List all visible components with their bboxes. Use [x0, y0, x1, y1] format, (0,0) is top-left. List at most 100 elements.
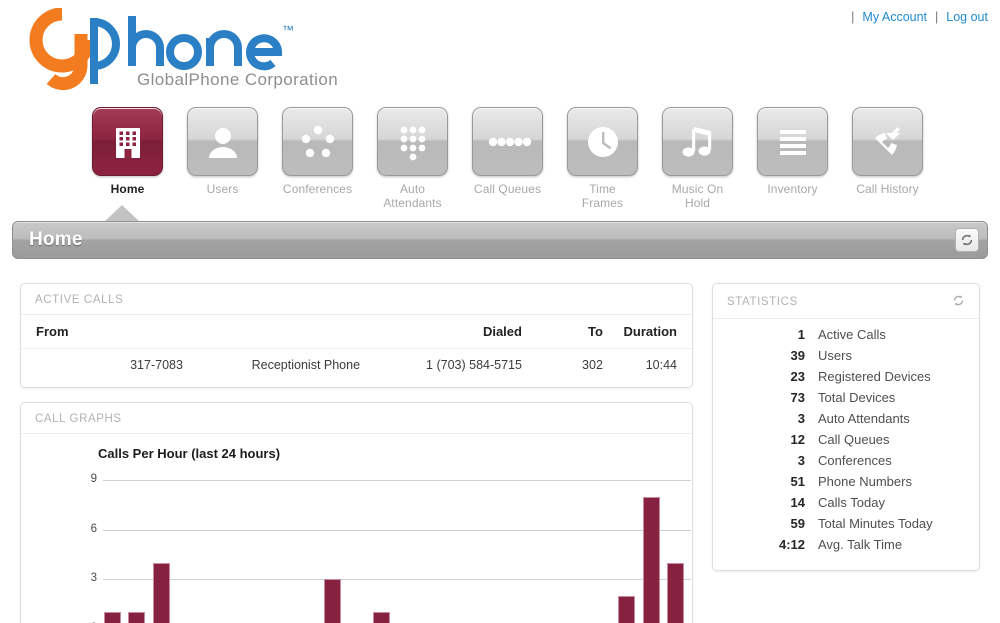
nav-item-time-frames[interactable]: Time Frames	[555, 107, 650, 210]
chart-bar[interactable]	[103, 612, 121, 623]
statistic-row: 3 Conferences	[713, 450, 979, 471]
table-row[interactable]: 317-7083 Receptionist Phone 1 (703) 584-…	[21, 349, 692, 382]
nav-label-home: Home	[110, 182, 145, 196]
chart-plot-area: 0369	[83, 473, 691, 623]
nav-button-conferences[interactable]	[282, 107, 353, 176]
nav-label-call-queues: Call Queues	[473, 182, 542, 196]
chart-bar[interactable]	[667, 562, 684, 623]
cell-from: 317-7083	[130, 358, 183, 372]
nav-button-time-frames[interactable]	[567, 107, 638, 176]
svg-text:™: ™	[282, 23, 294, 37]
queue-dots-icon	[488, 122, 531, 162]
logo-graphic: ™ GlobalPhone Corporation	[29, 8, 338, 91]
brand-logo[interactable]: ™ GlobalPhone Corporation	[18, 8, 358, 92]
nav-button-auto-attendants[interactable]	[377, 107, 448, 176]
log-out-link[interactable]: Log out	[946, 10, 988, 24]
chart-y-tick-label: 9	[90, 473, 97, 485]
statistic-value: 3	[797, 453, 805, 468]
call-history-icon	[868, 122, 908, 162]
top-link-separator-1: |	[851, 10, 855, 24]
nav-button-users[interactable]	[187, 107, 258, 176]
nav-button-home[interactable]	[92, 107, 163, 176]
chart-y-tick-label: 6	[90, 522, 97, 535]
nav-label-time-frames: Time Frames	[581, 182, 624, 210]
nav-item-conferences[interactable]: Conferences	[270, 107, 365, 210]
chart-y-tick-label: 3	[90, 572, 97, 585]
calls-per-hour-chart: Calls Per Hour (last 24 hours) 0369	[21, 434, 692, 623]
nav-item-users[interactable]: Users	[175, 107, 270, 210]
statistic-label: Auto Attendants	[818, 411, 910, 426]
nav-label-inventory: Inventory	[767, 182, 818, 196]
chart-bar[interactable]	[324, 579, 341, 623]
cell-to: 302	[582, 358, 603, 372]
my-account-link[interactable]: My Account	[862, 10, 927, 24]
nav-label-music-on-hold: Music On Hold	[671, 182, 724, 210]
user-icon	[203, 122, 243, 162]
statistics-title: STATISTICS	[713, 284, 979, 319]
statistic-label: Total Minutes Today	[818, 516, 933, 531]
nav-item-music-on-hold[interactable]: Music On Hold	[650, 107, 745, 210]
top-link-separator-2: |	[935, 10, 939, 24]
nav-label-conferences: Conferences	[282, 182, 353, 196]
statistic-label: Phone Numbers	[818, 474, 912, 489]
chart-bar[interactable]	[618, 595, 635, 623]
nav-item-call-history[interactable]: Call History	[840, 107, 935, 210]
statistic-value: 12	[790, 432, 805, 447]
conference-dots-icon	[298, 122, 338, 162]
page-title: Home	[29, 229, 83, 250]
chart-bar[interactable]	[152, 562, 170, 623]
cell-dialed: 1 (703) 584-5715	[426, 358, 522, 372]
statistic-row: 39 Users	[713, 345, 979, 366]
statistic-value: 3	[797, 411, 805, 426]
statistic-label: Call Queues	[818, 432, 890, 447]
statistic-row: 1 Active Calls	[713, 324, 979, 345]
statistic-value: 51	[790, 474, 805, 489]
statistic-row: 3 Auto Attendants	[713, 408, 979, 429]
statistic-label: Registered Devices	[818, 369, 931, 384]
nav-button-call-queues[interactable]	[472, 107, 543, 176]
chart-bar[interactable]	[373, 612, 390, 623]
nav-label-auto-attendants: Auto Attendants	[383, 182, 442, 210]
active-calls-title: ACTIVE CALLS	[21, 284, 692, 315]
statistic-label: Total Devices	[818, 390, 896, 405]
column-header-dialed: Dialed	[360, 315, 522, 349]
nav-item-auto-attendants[interactable]: Auto Attendants	[365, 107, 460, 210]
nav-button-call-history[interactable]	[852, 107, 923, 176]
nav-item-inventory[interactable]: Inventory	[745, 107, 840, 210]
statistic-label: Conferences	[818, 453, 892, 468]
cell-name: Receptionist Phone	[251, 358, 361, 372]
statistic-row: 4:12 Avg. Talk Time	[713, 534, 979, 555]
active-calls-table: From Dialed To Duration 317-7083 Recepti…	[21, 315, 692, 381]
refresh-icon	[961, 234, 973, 246]
list-lines-icon	[773, 122, 813, 162]
refresh-icon	[953, 295, 964, 306]
nav-item-call-queues[interactable]: Call Queues	[460, 107, 555, 210]
statistics-refresh-button[interactable]	[952, 294, 965, 310]
nav-button-inventory[interactable]	[757, 107, 828, 176]
statistic-value: 1	[797, 327, 805, 342]
music-note-icon	[678, 122, 718, 162]
page-refresh-button[interactable]	[955, 228, 979, 252]
column-header-to: To	[521, 315, 603, 349]
clock-icon	[583, 122, 623, 162]
statistic-value: 39	[790, 348, 805, 363]
statistics-panel: STATISTICS 1 Active Calls 39 Users 23 Registe…	[712, 283, 980, 571]
statistic-label: Active Calls	[818, 327, 886, 342]
call-graphs-panel: CALL GRAPHS Calls Per Hour (last 24 hour…	[20, 402, 693, 623]
active-tab-pointer	[104, 205, 140, 222]
statistic-row: 12 Call Queues	[713, 429, 979, 450]
nav-item-home[interactable]: Home	[80, 107, 175, 210]
keypad-icon	[393, 122, 433, 162]
chart-bar[interactable]	[642, 496, 660, 623]
page-header-bar: Home	[12, 221, 988, 259]
nav-label-call-history: Call History	[856, 182, 919, 196]
statistic-row: 73 Total Devices	[713, 387, 979, 408]
chart-bars	[103, 480, 691, 623]
call-graphs-title: CALL GRAPHS	[21, 403, 692, 434]
chart-bar[interactable]	[128, 612, 145, 623]
statistic-label: Users	[818, 348, 852, 363]
building-icon	[108, 122, 148, 162]
nav-button-music-on-hold[interactable]	[662, 107, 733, 176]
statistic-value: 59	[790, 516, 805, 531]
column-header-from: From	[21, 315, 183, 349]
